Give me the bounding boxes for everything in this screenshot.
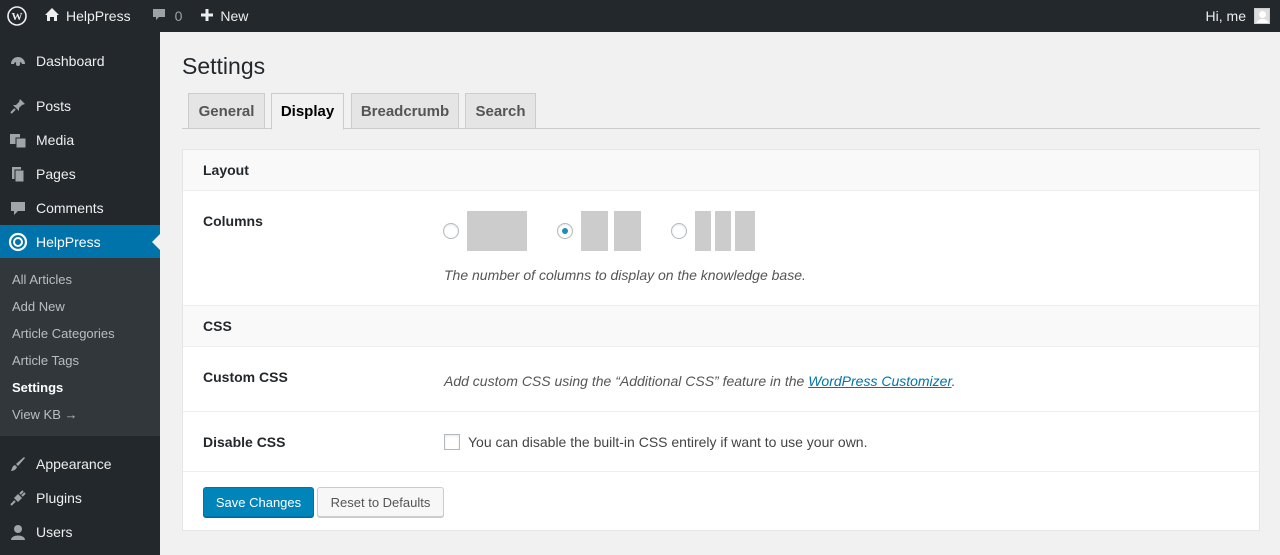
plus-icon: [200, 8, 214, 25]
greeting-label: Hi, me: [1205, 8, 1246, 24]
plug-icon: [0, 489, 36, 507]
settings-panel: Layout Columns The number of columns to …: [182, 149, 1260, 531]
save-changes-button[interactable]: Save Changes: [203, 487, 314, 517]
lifebuoy-icon: [0, 232, 36, 252]
svg-text:W: W: [12, 11, 23, 23]
submenu-item-view-kb[interactable]: View KB →: [12, 407, 78, 422]
sidebar-item-label: Media: [36, 132, 75, 148]
sidebar-item-label: Dashboard: [36, 53, 105, 69]
pages-icon: [0, 165, 36, 183]
submenu-item-settings[interactable]: Settings: [12, 380, 63, 395]
submenu-item-all-articles[interactable]: All Articles: [12, 272, 72, 287]
account-menu[interactable]: Hi, me: [1206, 0, 1270, 32]
admin-sidebar: Dashboard Posts Media Pages Comments Hel…: [0, 32, 160, 555]
reset-defaults-button[interactable]: Reset to Defaults: [317, 487, 444, 517]
tab-general[interactable]: General: [188, 93, 265, 129]
disable-css-label: Disable CSS: [203, 434, 286, 450]
sidebar-item-helppress[interactable]: HelpPress: [0, 225, 160, 259]
sidebar-item-label: Users: [36, 524, 73, 540]
new-content-link[interactable]: New: [200, 0, 248, 32]
sidebar-item-label: Comments: [36, 200, 104, 216]
sidebar-item-dashboard[interactable]: Dashboard: [0, 44, 160, 78]
custom-css-text: Add custom CSS using the “Additional CSS…: [444, 373, 809, 389]
custom-css-label: Custom CSS: [203, 369, 288, 385]
one-column-preview: [467, 211, 527, 251]
three-column-preview-b: [715, 211, 731, 251]
submenu-item-article-tags[interactable]: Article Tags: [12, 353, 79, 368]
customizer-link[interactable]: WordPress Customizer: [808, 373, 951, 389]
comment-icon: [0, 199, 36, 217]
section-heading-layout: Layout: [183, 150, 1259, 191]
custom-css-description: Add custom CSS using the “Additional CSS…: [444, 373, 956, 389]
two-column-preview-a: [581, 211, 608, 251]
pin-icon: [0, 97, 36, 115]
wordpress-logo-icon[interactable]: W: [0, 0, 34, 32]
tab-search[interactable]: Search: [465, 93, 536, 129]
custom-css-text-end: .: [951, 373, 956, 389]
sidebar-item-posts[interactable]: Posts: [0, 89, 160, 123]
sidebar-item-label: Appearance: [36, 456, 112, 472]
avatar: [1254, 8, 1270, 24]
sidebar-item-media[interactable]: Media: [0, 123, 160, 157]
brush-icon: [0, 455, 36, 473]
site-name-link[interactable]: HelpPress: [44, 0, 131, 32]
tab-display[interactable]: Display: [271, 93, 344, 130]
helppress-submenu: All Articles Add New Article Categories …: [0, 258, 160, 436]
comment-bubble-icon: [151, 7, 167, 25]
new-label: New: [220, 8, 249, 24]
disable-css-row: Disable CSS You can disable the built-in…: [183, 412, 1259, 472]
two-column-preview-b: [614, 211, 641, 251]
admin-bar: W HelpPress 0 New Hi, me: [0, 0, 1280, 32]
disable-css-description: You can disable the built-in CSS entirel…: [468, 434, 868, 450]
section-heading-css: CSS: [183, 306, 1259, 347]
columns-label: Columns: [203, 213, 263, 229]
sidebar-item-label: Plugins: [36, 490, 82, 506]
columns-radio-3[interactable]: [671, 223, 687, 239]
sidebar-item-label: Posts: [36, 98, 72, 114]
columns-radio-1[interactable]: [443, 223, 459, 239]
columns-row: Columns The number of columns to display…: [183, 191, 1259, 306]
sidebar-item-comments[interactable]: Comments: [0, 191, 160, 225]
settings-tabs: General Display Breadcrumb Search: [182, 93, 1260, 130]
columns-description: The number of columns to display on the …: [444, 267, 806, 283]
columns-radio-2[interactable]: [557, 223, 573, 239]
tab-breadcrumb[interactable]: Breadcrumb: [351, 93, 459, 129]
submenu-item-article-categories[interactable]: Article Categories: [12, 326, 115, 341]
comments-count: 0: [174, 8, 183, 24]
three-column-preview-c: [735, 211, 755, 251]
sidebar-item-plugins[interactable]: Plugins: [0, 481, 160, 515]
home-icon: [44, 7, 60, 25]
site-name-label: HelpPress: [66, 8, 131, 24]
comments-link[interactable]: 0: [151, 0, 183, 32]
dashboard-icon: [0, 52, 36, 70]
disable-css-checkbox[interactable]: [444, 434, 460, 450]
sidebar-item-label: HelpPress: [36, 234, 101, 250]
three-column-preview-a: [695, 211, 711, 251]
custom-css-row: Custom CSS Add custom CSS using the “Add…: [183, 347, 1259, 412]
user-icon: [0, 523, 36, 541]
submenu-item-add-new[interactable]: Add New: [12, 299, 65, 314]
sidebar-item-pages[interactable]: Pages: [0, 157, 160, 191]
media-icon: [0, 131, 36, 149]
page-title: Settings: [182, 53, 266, 79]
sidebar-item-users[interactable]: Users: [0, 515, 160, 549]
sidebar-item-label: Pages: [36, 166, 76, 182]
sidebar-item-appearance[interactable]: Appearance: [0, 447, 160, 481]
